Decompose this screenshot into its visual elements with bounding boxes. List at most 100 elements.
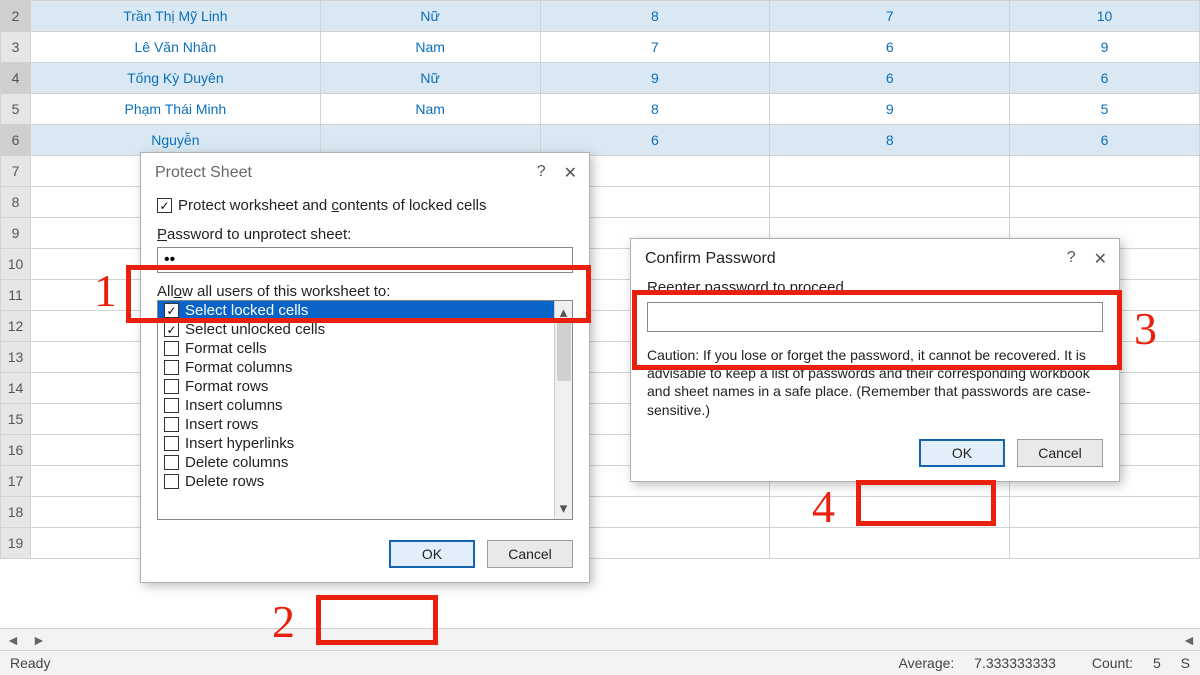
cell[interactable]: 8 xyxy=(540,1,770,32)
row-header[interactable]: 8 xyxy=(1,187,31,218)
row-header[interactable]: 9 xyxy=(1,218,31,249)
cell[interactable]: 6 xyxy=(1010,63,1200,94)
permission-item[interactable]: Delete columns xyxy=(158,453,572,472)
permission-label: Insert columns xyxy=(185,397,283,414)
row-header[interactable]: 15 xyxy=(1,404,31,435)
cell[interactable] xyxy=(320,125,540,156)
protect-contents-checkbox[interactable]: Protect worksheet and contents of locked… xyxy=(157,193,573,218)
cell[interactable]: 8 xyxy=(540,94,770,125)
help-icon[interactable]: ? xyxy=(1067,249,1076,269)
cell[interactable]: Nam xyxy=(320,32,540,63)
row-header[interactable]: 16 xyxy=(1,435,31,466)
dialog-title: Confirm Password xyxy=(645,250,776,268)
row-header[interactable]: 5 xyxy=(1,94,31,125)
permission-item[interactable]: Select unlocked cells xyxy=(158,320,572,339)
cell[interactable] xyxy=(770,497,1010,528)
cell[interactable]: 6 xyxy=(540,125,770,156)
table-row[interactable]: 6Nguyễn686 xyxy=(1,125,1200,156)
permissions-listbox[interactable]: Select locked cellsSelect unlocked cells… xyxy=(157,300,573,520)
cell[interactable]: 9 xyxy=(770,94,1010,125)
permission-label: Delete columns xyxy=(185,454,288,471)
sheet-nav-first-icon[interactable]: ◄ xyxy=(6,632,18,648)
cell[interactable]: 5 xyxy=(1010,94,1200,125)
row-header[interactable]: 19 xyxy=(1,528,31,559)
cell[interactable]: 9 xyxy=(1010,32,1200,63)
cancel-button[interactable]: Cancel xyxy=(487,540,573,568)
cell[interactable]: 6 xyxy=(770,63,1010,94)
cell[interactable]: Nữ xyxy=(320,1,540,32)
table-row[interactable]: 3Lê Văn NhânNam769 xyxy=(1,32,1200,63)
cancel-button[interactable]: Cancel xyxy=(1017,439,1103,467)
cell[interactable] xyxy=(1010,187,1200,218)
close-icon[interactable]: ✕ xyxy=(1094,249,1107,269)
permission-item[interactable]: Format rows xyxy=(158,377,572,396)
row-header[interactable]: 7 xyxy=(1,156,31,187)
permission-item[interactable]: Insert rows xyxy=(158,415,572,434)
reenter-password-input[interactable] xyxy=(647,302,1103,332)
row-header[interactable]: 18 xyxy=(1,497,31,528)
cell[interactable]: Nữ xyxy=(320,63,540,94)
permission-item[interactable]: Insert columns xyxy=(158,396,572,415)
table-row[interactable]: 2Trần Thị Mỹ LinhNữ8710 xyxy=(1,1,1200,32)
confirm-password-dialog: Confirm Password ? ✕ Reenter password to… xyxy=(630,238,1120,482)
ok-button[interactable]: OK xyxy=(919,439,1005,467)
cell[interactable] xyxy=(1010,156,1200,187)
cell[interactable]: 6 xyxy=(770,32,1010,63)
row-header[interactable]: 4 xyxy=(1,63,31,94)
cell[interactable]: 10 xyxy=(1010,1,1200,32)
password-input[interactable] xyxy=(157,247,573,273)
cell[interactable]: 6 xyxy=(1010,125,1200,156)
listbox-scrollbar[interactable]: ▴ ▾ xyxy=(554,301,572,519)
dialog-titlebar[interactable]: Confirm Password ? ✕ xyxy=(631,239,1119,275)
cell[interactable] xyxy=(1010,497,1200,528)
ok-button[interactable]: OK xyxy=(389,540,475,568)
scrollbar-thumb[interactable] xyxy=(557,321,571,381)
cell[interactable]: Trần Thị Mỹ Linh xyxy=(30,1,320,32)
help-icon[interactable]: ? xyxy=(537,163,546,183)
cell[interactable] xyxy=(770,187,1010,218)
checkbox-icon xyxy=(164,455,179,470)
cell[interactable]: Phạm Thái Minh xyxy=(30,94,320,125)
permission-item[interactable]: Insert hyperlinks xyxy=(158,434,572,453)
cell[interactable]: 7 xyxy=(540,32,770,63)
row-header[interactable]: 11 xyxy=(1,280,31,311)
scroll-up-icon[interactable]: ▴ xyxy=(560,301,568,321)
cell[interactable] xyxy=(770,156,1010,187)
row-header[interactable]: 14 xyxy=(1,373,31,404)
cell[interactable]: Lê Văn Nhân xyxy=(30,32,320,63)
close-icon[interactable]: ✕ xyxy=(564,163,577,183)
permission-label: Delete rows xyxy=(185,473,264,490)
checkbox-icon xyxy=(164,322,179,337)
checkbox-icon xyxy=(157,198,172,213)
permission-item[interactable]: Format cells xyxy=(158,339,572,358)
row-header[interactable]: 17 xyxy=(1,466,31,497)
status-average: Average: 7.333333333 xyxy=(883,655,1060,671)
permission-label: Insert rows xyxy=(185,416,258,433)
table-row[interactable]: 4Tống Kỳ DuyênNữ966 xyxy=(1,63,1200,94)
permission-item[interactable]: Select locked cells xyxy=(158,301,572,320)
scroll-down-icon[interactable]: ▾ xyxy=(560,499,568,519)
cell[interactable]: 9 xyxy=(540,63,770,94)
row-header[interactable]: 12 xyxy=(1,311,31,342)
cell[interactable] xyxy=(770,528,1010,559)
table-row[interactable]: 5Phạm Thái MinhNam895 xyxy=(1,94,1200,125)
permission-item[interactable]: Delete rows xyxy=(158,472,572,491)
permission-item[interactable]: Format columns xyxy=(158,358,572,377)
row-header[interactable]: 2 xyxy=(1,1,31,32)
row-header[interactable]: 10 xyxy=(1,249,31,280)
hscroll-left-icon[interactable]: ◄ xyxy=(1182,632,1194,648)
cell[interactable]: 7 xyxy=(770,1,1010,32)
cell[interactable]: Nguyễn xyxy=(30,125,320,156)
cell[interactable]: Nam xyxy=(320,94,540,125)
permission-label: Select unlocked cells xyxy=(185,321,325,338)
row-header[interactable]: 3 xyxy=(1,32,31,63)
cell[interactable]: Tống Kỳ Duyên xyxy=(30,63,320,94)
cell[interactable]: 8 xyxy=(770,125,1010,156)
row-header[interactable]: 13 xyxy=(1,342,31,373)
cell[interactable] xyxy=(1010,528,1200,559)
permission-label: Format rows xyxy=(185,378,268,395)
dialog-titlebar[interactable]: Protect Sheet ? ✕ xyxy=(141,153,589,189)
sheet-nav-next-icon[interactable]: ► xyxy=(32,632,44,648)
dialog-title: Protect Sheet xyxy=(155,164,252,182)
row-header[interactable]: 6 xyxy=(1,125,31,156)
